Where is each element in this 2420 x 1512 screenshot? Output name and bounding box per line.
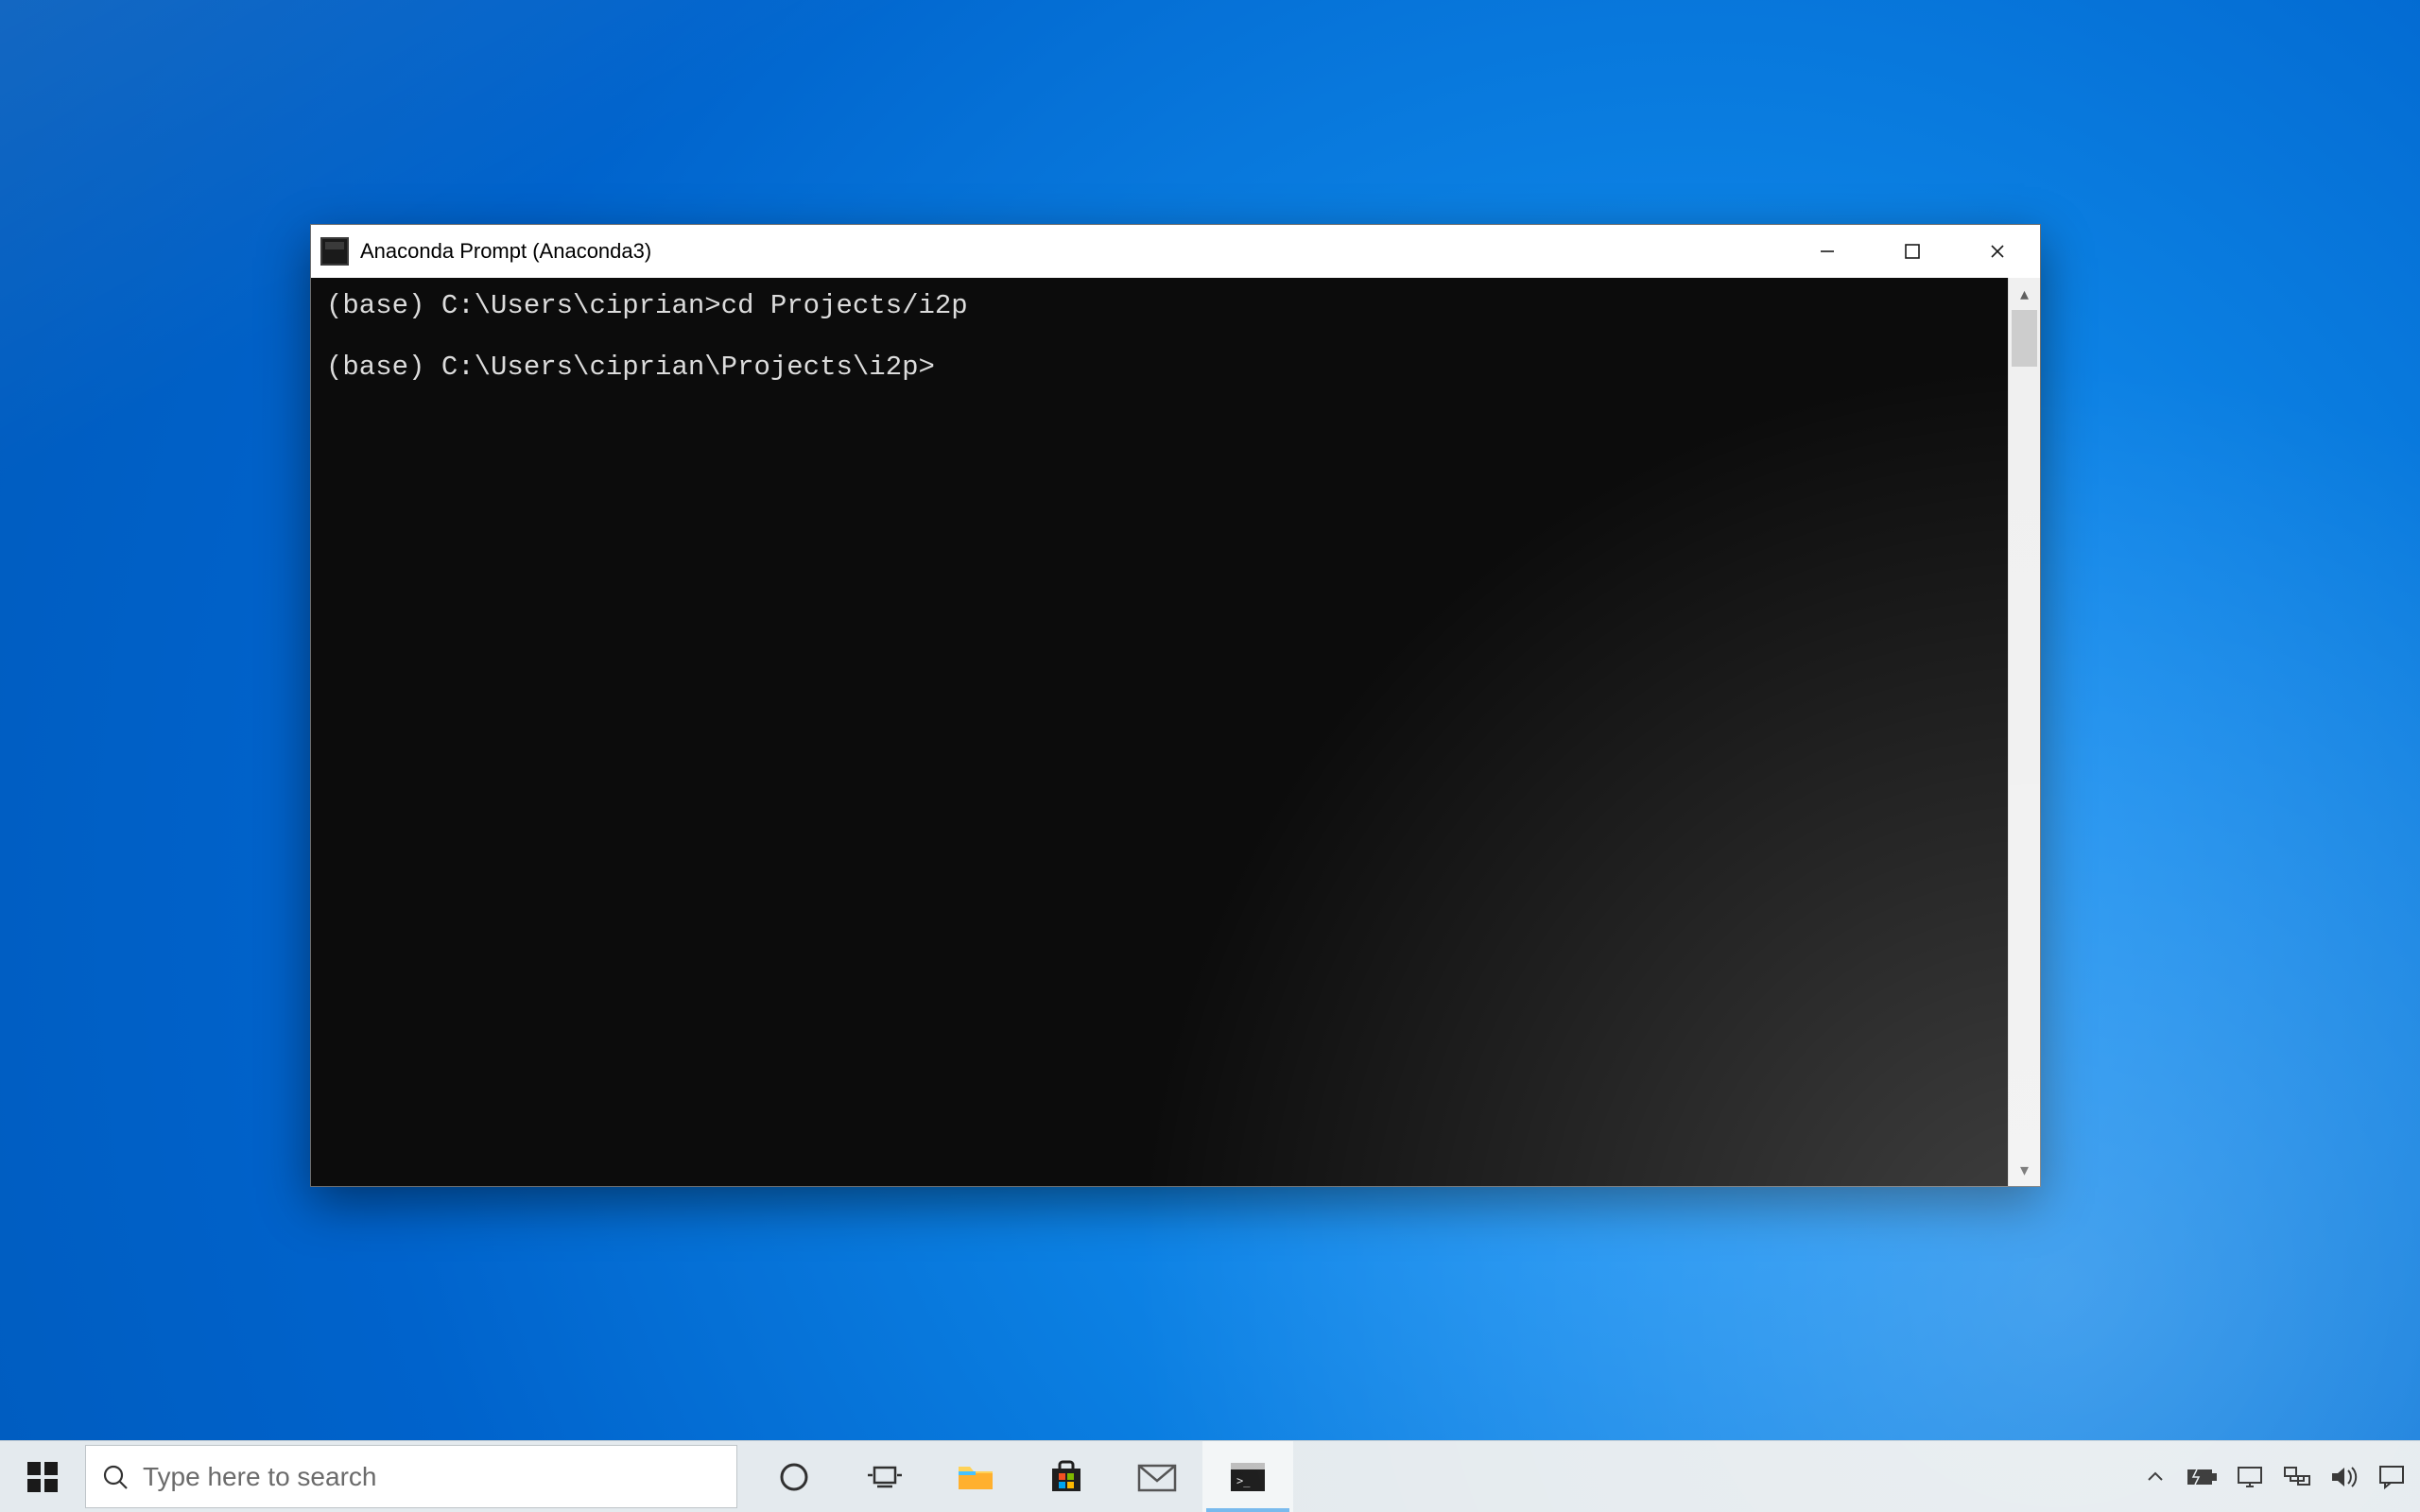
scroll-down-icon[interactable]: ▾ bbox=[2009, 1154, 2040, 1186]
search-placeholder: Type here to search bbox=[143, 1462, 721, 1492]
svg-text:>_: >_ bbox=[1236, 1474, 1251, 1487]
taskbar-item-mail[interactable] bbox=[1112, 1441, 1202, 1512]
tray-network[interactable] bbox=[2276, 1441, 2318, 1512]
app-icon bbox=[320, 237, 349, 266]
windows-logo-icon bbox=[26, 1461, 59, 1493]
window-title: Anaconda Prompt (Anaconda3) bbox=[360, 239, 651, 264]
terminal-window: Anaconda Prompt (Anaconda3) (base) C:\Us… bbox=[310, 224, 2041, 1187]
desktop: Anaconda Prompt (Anaconda3) (base) C:\Us… bbox=[0, 0, 2420, 1512]
close-button[interactable] bbox=[1955, 225, 2040, 278]
task-view-icon bbox=[866, 1462, 904, 1492]
close-icon bbox=[1988, 242, 2007, 261]
taskbar-item-microsoft-store[interactable] bbox=[1021, 1441, 1112, 1512]
network-icon bbox=[2283, 1465, 2311, 1489]
terminal-icon: >_ bbox=[1229, 1461, 1267, 1493]
microsoft-store-icon bbox=[1048, 1459, 1084, 1495]
minimize-icon bbox=[1818, 242, 1837, 261]
volume-icon bbox=[2330, 1465, 2359, 1489]
taskbar-apps: >_ bbox=[749, 1441, 1293, 1512]
tray-chevron-up[interactable] bbox=[2135, 1441, 2176, 1512]
taskbar-item-terminal[interactable]: >_ bbox=[1202, 1441, 1293, 1512]
terminal-body: (base) C:\Users\ciprian>cd Projects/i2p … bbox=[311, 278, 2040, 1186]
mail-icon bbox=[1137, 1462, 1177, 1492]
scroll-track[interactable] bbox=[2009, 310, 2040, 1154]
search-box[interactable]: Type here to search bbox=[85, 1445, 737, 1508]
terminal-line: (base) C:\Users\ciprian>cd Projects/i2p bbox=[326, 290, 968, 321]
window-controls bbox=[1785, 225, 2040, 278]
tray-battery[interactable] bbox=[2182, 1441, 2223, 1512]
scroll-thumb[interactable] bbox=[2012, 310, 2037, 367]
titlebar[interactable]: Anaconda Prompt (Anaconda3) bbox=[311, 225, 2040, 278]
tray-volume[interactable] bbox=[2324, 1441, 2365, 1512]
monitor-icon bbox=[2237, 1466, 2263, 1488]
cortana-icon bbox=[777, 1460, 811, 1494]
terminal-content[interactable]: (base) C:\Users\ciprian>cd Projects/i2p … bbox=[311, 278, 2008, 1186]
taskbar-item-task-view[interactable] bbox=[839, 1441, 930, 1512]
maximize-button[interactable] bbox=[1870, 225, 1955, 278]
search-icon bbox=[101, 1463, 130, 1491]
tray-monitor[interactable] bbox=[2229, 1441, 2271, 1512]
file-explorer-icon bbox=[957, 1461, 994, 1493]
system-tray bbox=[2118, 1441, 2420, 1512]
terminal-line: (base) C:\Users\ciprian\Projects\i2p> bbox=[326, 352, 935, 383]
scroll-up-icon[interactable]: ▴ bbox=[2009, 278, 2040, 310]
chevron-up-icon bbox=[2145, 1467, 2166, 1487]
tray-action-center[interactable] bbox=[2371, 1441, 2412, 1512]
scrollbar[interactable]: ▴ ▾ bbox=[2008, 278, 2040, 1186]
minimize-button[interactable] bbox=[1785, 225, 1870, 278]
maximize-icon bbox=[1904, 243, 1921, 260]
taskbar: Type here to search bbox=[0, 1440, 2420, 1512]
battery-icon bbox=[2187, 1468, 2218, 1486]
taskbar-item-cortana[interactable] bbox=[749, 1441, 839, 1512]
action-center-icon bbox=[2378, 1465, 2405, 1489]
taskbar-item-file-explorer[interactable] bbox=[930, 1441, 1021, 1512]
start-button[interactable] bbox=[0, 1441, 85, 1512]
